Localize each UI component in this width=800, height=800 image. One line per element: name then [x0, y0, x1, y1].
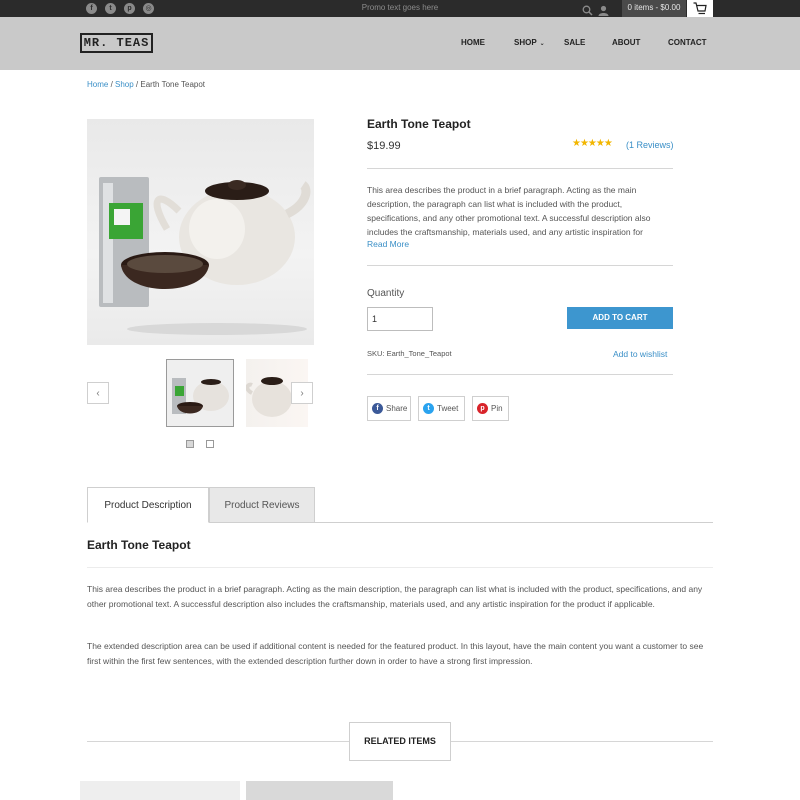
divider: [367, 168, 673, 169]
breadcrumb-home[interactable]: Home: [87, 80, 108, 89]
nav-contact[interactable]: CONTACT: [668, 38, 707, 47]
breadcrumb-current: Earth Tone Teapot: [140, 80, 206, 89]
breadcrumb-shop[interactable]: Shop: [115, 80, 134, 89]
details-paragraph: The extended description area can be use…: [87, 641, 704, 666]
nav-shop-label: SHOP: [514, 38, 537, 47]
tab-product-description[interactable]: Product Description: [87, 487, 209, 523]
breadcrumb: Home / Shop / Earth Tone Teapot: [87, 80, 205, 89]
gallery-dot-active[interactable]: [186, 440, 194, 448]
site-logo[interactable]: MR. TEAS: [80, 33, 153, 53]
pinterest-icon: p: [477, 403, 488, 415]
facebook-icon: f: [372, 403, 383, 415]
gallery-prev-button[interactable]: ‹: [87, 382, 109, 404]
gallery-dot[interactable]: [206, 440, 214, 448]
related-item-image[interactable]: [80, 781, 240, 800]
nav-sale[interactable]: SALE: [564, 38, 585, 47]
divider: [367, 265, 673, 266]
product-sku: SKU: Earth_Tone_Teapot: [367, 349, 452, 358]
gallery-next-button[interactable]: ›: [291, 382, 313, 404]
product-main-image[interactable]: [87, 119, 314, 345]
details-title: Earth Tone Teapot: [87, 538, 191, 552]
rating-stars: ★★★★★: [572, 138, 613, 149]
add-to-cart-button[interactable]: ADD TO CART: [567, 307, 673, 329]
nav-home[interactable]: HOME: [461, 38, 485, 47]
tab-product-reviews[interactable]: Product Reviews: [209, 487, 315, 523]
related-item-image[interactable]: [246, 781, 393, 800]
reviews-link[interactable]: (1 Reviews): [626, 140, 674, 150]
cart-summary[interactable]: 0 items - $0.00: [622, 0, 686, 17]
related-items-heading: RELATED ITEMS: [349, 722, 451, 761]
nav-about[interactable]: ABOUT: [612, 38, 640, 47]
cart-button[interactable]: [687, 0, 713, 17]
product-price: $19.99: [367, 140, 401, 152]
product-thumbnail-1[interactable]: [166, 359, 234, 427]
quantity-label: Quantity: [367, 288, 405, 299]
product-title: Earth Tone Teapot: [367, 117, 471, 131]
pin-label: Pin: [491, 404, 503, 413]
divider: [367, 374, 673, 375]
top-bar: f t p ◎ Promo text goes here 0 items - $…: [0, 0, 800, 17]
breadcrumb-separator: /: [108, 80, 116, 89]
share-label: Share: [386, 404, 408, 413]
share-facebook-button[interactable]: f Share: [367, 396, 411, 421]
share-pinterest-button[interactable]: p Pin: [472, 396, 509, 421]
share-twitter-button[interactable]: t Tweet: [418, 396, 465, 421]
divider: [87, 567, 713, 568]
details-paragraph: This area describes the product in a bri…: [87, 584, 703, 609]
read-more-link[interactable]: Read More: [367, 239, 409, 249]
twitter-icon: t: [423, 403, 434, 415]
site-header: MR. TEAS HOME SHOP ⌄ SALE ABOUT CONTACT: [0, 17, 800, 70]
nav-shop[interactable]: SHOP ⌄: [514, 38, 545, 47]
tweet-label: Tweet: [437, 404, 459, 413]
product-short-description: This area describes the product in a bri…: [367, 185, 651, 237]
chevron-down-icon: ⌄: [539, 41, 545, 47]
add-to-wishlist-link[interactable]: Add to wishlist: [613, 349, 667, 359]
quantity-input[interactable]: 1: [367, 307, 433, 331]
